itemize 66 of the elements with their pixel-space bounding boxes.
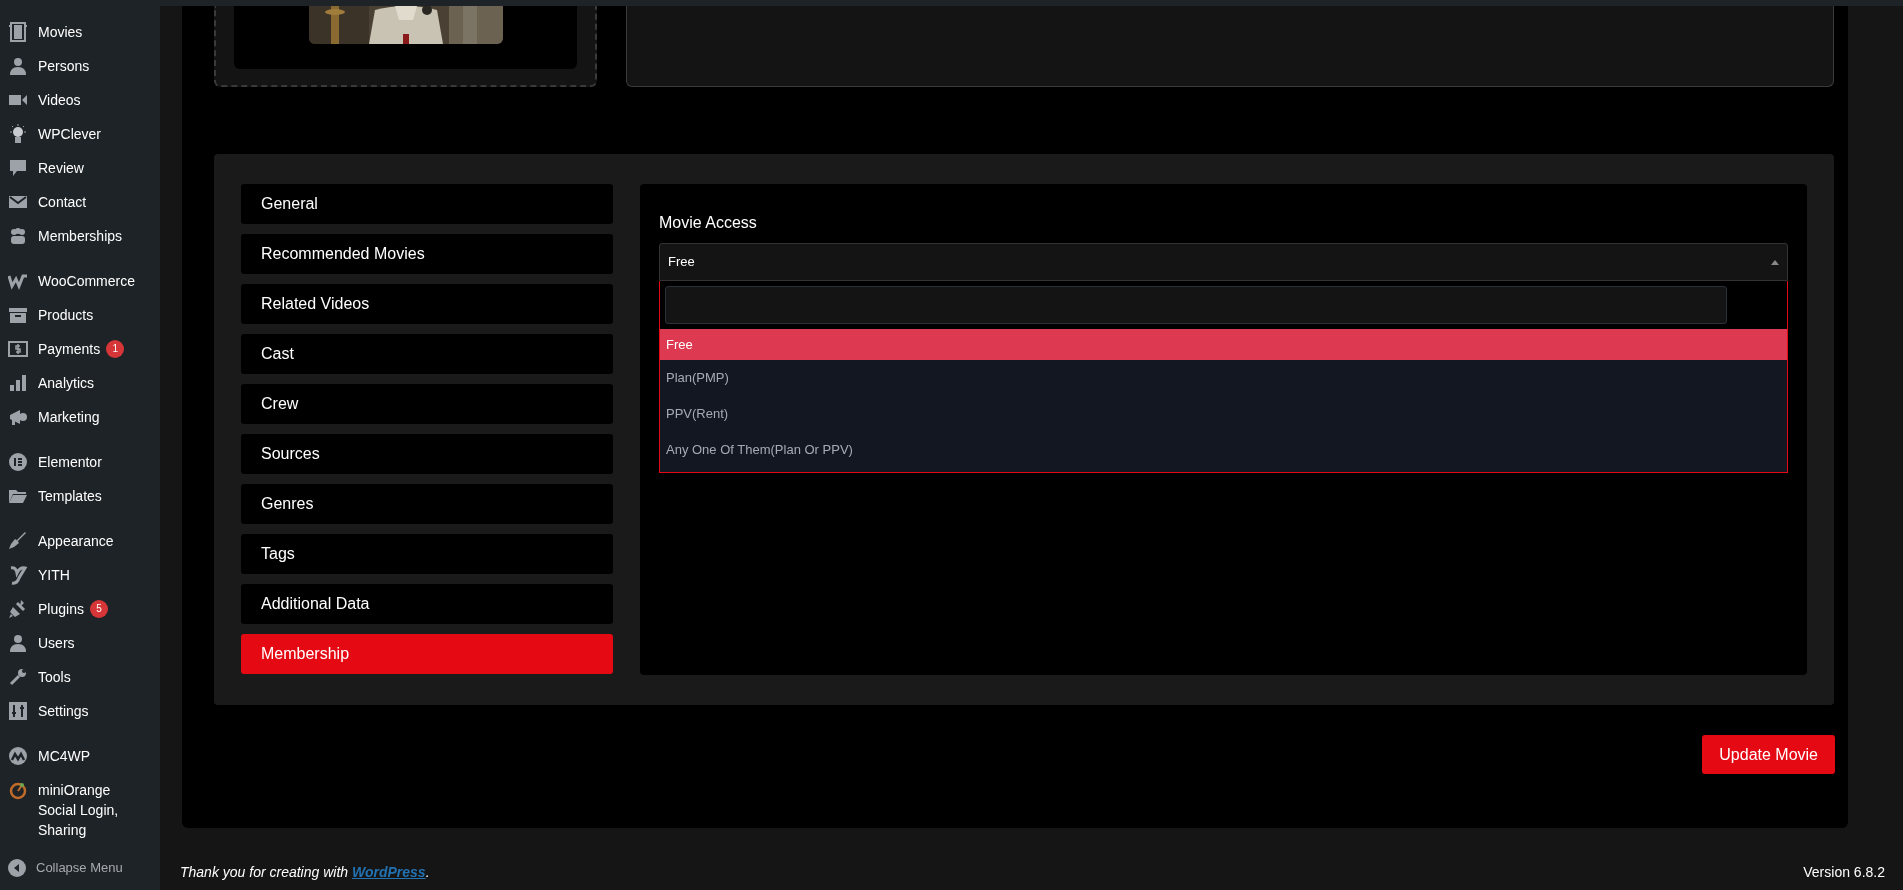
tab[interactable]: Additional Data — [241, 584, 613, 624]
dropdown-option[interactable]: Any One Of Them(Plan Or PPV) — [660, 432, 1787, 468]
dropdown-option[interactable]: Free — [660, 329, 1787, 360]
sidebar-item[interactable]: Persons — [0, 49, 160, 83]
caret-icon — [1771, 259, 1779, 265]
megaphone-icon — [8, 407, 28, 427]
film-icon — [8, 22, 28, 42]
y-logo-icon — [8, 565, 28, 585]
wordpress-link[interactable]: WordPress — [352, 864, 426, 880]
sidebar-item[interactable]: Analytics — [0, 366, 160, 400]
circle-e-icon — [8, 452, 28, 472]
update-movie-button[interactable]: Update Movie — [1702, 735, 1835, 774]
sidebar-item[interactable]: Contact — [0, 185, 160, 219]
select-field[interactable]: Free — [659, 243, 1788, 281]
sidebar-item[interactable]: MC4WP — [0, 739, 160, 773]
sidebar-item[interactable]: Marketing — [0, 400, 160, 434]
sidebar-item[interactable]: Templates — [0, 479, 160, 513]
plug-icon — [8, 599, 28, 619]
tab[interactable]: General — [241, 184, 613, 224]
sidebar-item[interactable]: Products — [0, 298, 160, 332]
sidebar-item[interactable]: Plugins 5 — [0, 592, 160, 626]
tab[interactable]: Membership — [241, 634, 613, 674]
version-text: Version 6.8.2 — [1803, 863, 1885, 882]
tab[interactable]: Cast — [241, 334, 613, 374]
collapse-icon — [8, 858, 26, 877]
lightbulb-icon — [8, 124, 28, 144]
dollar-icon — [8, 339, 28, 359]
dropdown-option[interactable]: PPV(Rent) — [660, 396, 1787, 432]
person-icon — [8, 56, 28, 76]
mountain-circle-icon — [8, 746, 28, 766]
sidebar-item[interactable]: Appearance — [0, 524, 160, 558]
sidebar-item[interactable]: Payments 1 — [0, 332, 160, 366]
archive-box-icon — [8, 305, 28, 325]
description-textarea[interactable] — [626, 6, 1834, 87]
wrench-icon — [8, 667, 28, 687]
count-badge: 5 — [89, 600, 108, 618]
tab[interactable]: Tags — [241, 534, 613, 574]
tab[interactable]: Recommended Movies — [241, 234, 613, 274]
sidebar-item[interactable]: YITH — [0, 558, 160, 592]
tab[interactable]: Crew — [241, 384, 613, 424]
dropdown-option[interactable]: Plan(PMP) — [660, 360, 1787, 396]
sidebar-item[interactable]: WPClever — [0, 117, 160, 151]
paintbrush-icon — [8, 531, 28, 551]
sliders-icon — [8, 701, 28, 721]
speech-bubble-icon — [8, 158, 28, 178]
tab[interactable]: Related Videos — [241, 284, 613, 324]
sidebar-item[interactable]: Movies — [0, 15, 160, 49]
person-icon — [8, 633, 28, 653]
sidebar-item[interactable]: Videos — [0, 83, 160, 117]
footer-text: Thank you for creating with WordPress. — [180, 863, 430, 882]
field-label: Movie Access — [659, 213, 758, 233]
sidebar-item[interactable]: WooCommerce — [0, 264, 160, 298]
timer-icon — [8, 780, 28, 800]
sidebar-item[interactable]: Tools — [0, 660, 160, 694]
sidebar-item[interactable]: Review — [0, 151, 160, 185]
tab[interactable]: Genres — [241, 484, 613, 524]
sidebar-item[interactable]: Memberships — [0, 219, 160, 253]
collapse-menu-button[interactable]: Collapse Menu — [0, 851, 160, 885]
count-badge: 1 — [106, 340, 125, 358]
tab[interactable]: Sources — [241, 434, 613, 474]
sidebar-item[interactable]: Users — [0, 626, 160, 660]
bar-chart-icon — [8, 373, 28, 393]
sidebar-item[interactable]: miniOrange Social Login, Sharing — [0, 773, 160, 847]
search-field[interactable] — [665, 286, 1727, 324]
sidebar-item[interactable]: Settings — [0, 694, 160, 728]
sidebar-item[interactable]: Elementor — [0, 445, 160, 479]
